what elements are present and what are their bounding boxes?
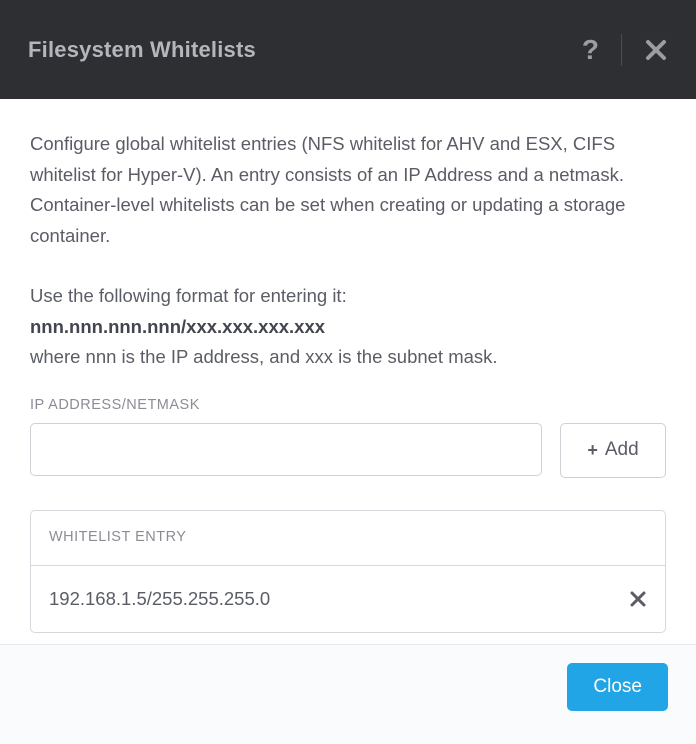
close-button[interactable]: Close — [567, 663, 668, 711]
add-button-label: Add — [605, 439, 639, 461]
add-button[interactable]: + Add — [560, 423, 666, 478]
dialog-body: Configure global whitelist entries (NFS … — [0, 99, 696, 644]
help-icon[interactable]: ? — [582, 34, 622, 66]
input-row: + Add — [30, 423, 666, 478]
whitelist-entry-value: 192.168.1.5/255.255.255.0 — [49, 588, 270, 610]
filesystem-whitelists-dialog: Filesystem Whitelists ? Configure global… — [0, 0, 696, 744]
dialog-footer: Close — [0, 644, 696, 744]
ip-address-label: IP ADDRESS/NETMASK — [30, 397, 666, 413]
format-note: where nnn is the IP address, and xxx is … — [30, 342, 666, 373]
table-row: 192.168.1.5/255.255.255.0 — [31, 566, 665, 632]
format-intro: Use the following format for entering it… — [30, 281, 666, 312]
header-actions: ? — [582, 34, 668, 66]
description-text: Configure global whitelist entries (NFS … — [30, 129, 666, 251]
format-example: nnn.nnn.nnn.nnn/xxx.xxx.xxx.xxx — [30, 312, 666, 343]
dialog-title: Filesystem Whitelists — [28, 37, 256, 63]
ip-address-input[interactable] — [30, 423, 542, 476]
whitelist-table: WHITELIST ENTRY 192.168.1.5/255.255.255.… — [30, 510, 666, 633]
close-icon[interactable] — [622, 38, 668, 62]
dialog-header: Filesystem Whitelists ? — [0, 0, 696, 99]
format-block: Use the following format for entering it… — [30, 281, 666, 373]
delete-entry-icon[interactable] — [629, 590, 647, 608]
plus-icon: + — [587, 440, 598, 461]
whitelist-table-header: WHITELIST ENTRY — [31, 511, 665, 566]
